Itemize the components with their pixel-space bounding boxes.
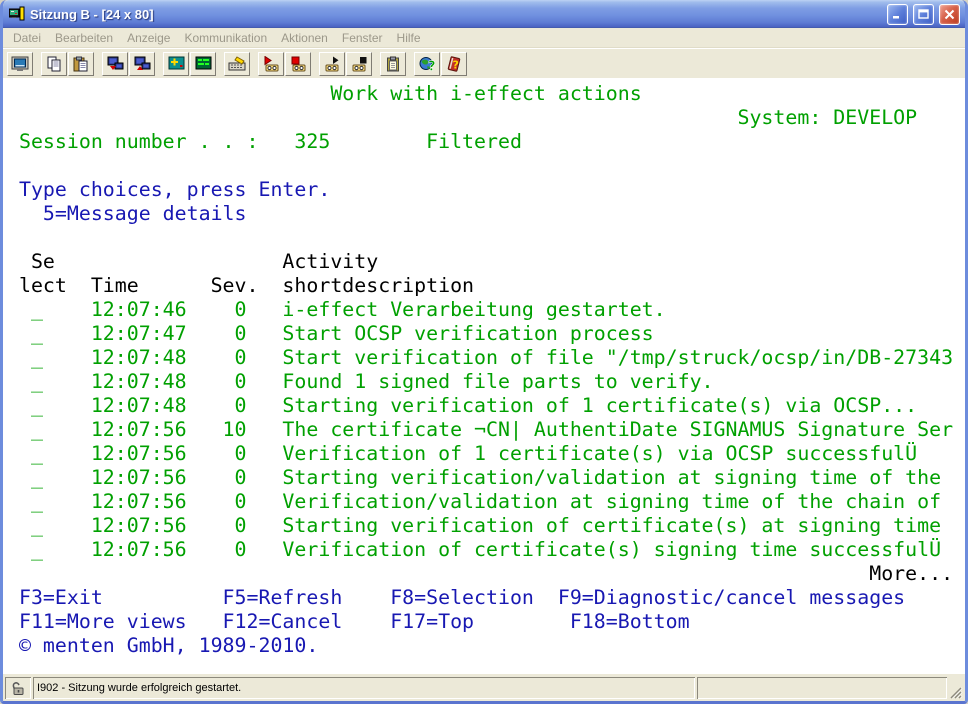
terminal-line [7,226,965,250]
svg-text:?: ? [453,58,459,71]
terminal-line: _ 12:07:56 0 Verification/validation at … [7,490,965,514]
keyboard-remap-button[interactable] [224,52,250,76]
toolbar-group-clipboard [41,52,95,76]
maximize-button[interactable] [913,4,934,25]
terminal-line: _ 12:07:47 0 Start OCSP verification pro… [7,322,965,346]
toolbar-group-clipboard2 [380,52,407,76]
terminal-line: _ 12:07:56 0 Starting verification/valid… [7,466,965,490]
terminal-session-icon[interactable] [9,6,25,22]
send-file-button[interactable] [102,52,128,76]
new-session-icon [168,56,185,71]
receive-file-button[interactable] [129,52,155,76]
menu-item-hilfe[interactable]: Hilfe [390,29,428,47]
terminal-line: F11=More views F12=Cancel F17=Top F18=Bo… [7,610,965,634]
close-button[interactable] [939,4,960,25]
clipboard-icon [385,56,401,72]
paste-icon [73,56,89,72]
application-window: Sitzung B - [24 x 80] Datei Bearbeiten A… [0,0,968,704]
menu-item-anzeige[interactable]: Anzeige [120,29,177,47]
toolbar-group-playback [319,52,373,76]
maximize-icon [918,9,929,20]
toolbar-group-print [7,52,34,76]
terminal-line: System: DEVELOP [7,106,965,130]
statusbar: I902 - Sitzung wurde erfolgreich gestart… [3,674,965,701]
toolbar-group-record [258,52,312,76]
terminal-line: F3=Exit F5=Refresh F8=Selection F9=Diagn… [7,586,965,610]
session-window-icon [195,56,212,71]
toolbar: ? ? [3,48,965,78]
status-right-panel [697,677,947,699]
terminal-line: Se Activity [7,250,965,274]
toolbar-group-transfer [102,52,156,76]
terminal-line: Type choices, press Enter. [7,178,965,202]
terminal-line: _ 12:07:46 0 i-effect Verarbeitung gesta… [7,298,965,322]
paste-button[interactable] [68,52,94,76]
record-macro-play-button[interactable] [258,52,284,76]
terminal-line: _ 12:07:48 0 Found 1 signed file parts t… [7,370,965,394]
connection-status-cell [5,677,31,699]
terminal-screen[interactable]: Work with i-effect actions System: DEVEL… [3,78,965,674]
stop-macro-icon [351,56,368,72]
terminal-line [7,154,965,178]
print-screen-icon [11,56,29,72]
svg-text:?: ? [428,59,436,72]
terminal-line: _ 12:07:48 0 Start verification of file … [7,346,965,370]
terminal-line: _ 12:07:56 10 The certificate ¬CN| Authe… [7,418,965,442]
menubar: Datei Bearbeiten Anzeige Kommunikation A… [3,28,965,48]
receive-file-icon [134,56,151,72]
terminal-line: _ 12:07:56 0 Verification of 1 certifica… [7,442,965,466]
play-macro-icon [324,56,341,72]
menu-item-kommunikation[interactable]: Kommunikation [177,29,274,47]
toolbar-group-keyboard [224,52,251,76]
close-icon [944,9,955,20]
new-session-button[interactable] [163,52,189,76]
send-file-icon [107,56,124,72]
stop-macro-button[interactable] [346,52,372,76]
record-macro-play-icon [263,56,280,72]
minimize-button[interactable] [887,4,908,25]
session-window-button[interactable] [190,52,216,76]
minimize-icon [892,9,903,20]
copy-button[interactable] [41,52,67,76]
keyboard-remap-icon [228,56,246,72]
record-macro-stop-icon [290,56,307,72]
copy-icon [46,56,62,72]
print-screen-button[interactable] [7,52,33,76]
clipboard-button[interactable] [380,52,406,76]
menu-item-datei[interactable]: Datei [6,29,48,47]
titlebar[interactable]: Sitzung B - [24 x 80] [3,0,965,28]
terminal-line: _ 12:07:56 0 Verification of certificate… [7,538,965,562]
terminal-line: _ 12:07:56 0 Starting verification of ce… [7,514,965,538]
terminal-line: _ 12:07:48 0 Starting verification of 1 … [7,394,965,418]
resize-grip-icon [950,686,963,699]
terminal-line: Session number . . : 325 Filtered [7,130,965,154]
help-index-button[interactable]: ? [441,52,467,76]
toolbar-group-session [163,52,217,76]
toolbar-group-help: ? ? [414,52,468,76]
status-message: I902 - Sitzung wurde erfolgreich gestart… [37,682,241,694]
help-globe-icon: ? [419,56,436,72]
unlock-icon [10,680,26,696]
status-message-panel: I902 - Sitzung wurde erfolgreich gestart… [33,677,695,699]
terminal-line: More... [7,562,965,586]
help-index-icon: ? [446,56,462,72]
terminal-line: lect Time Sev. shortdescription [7,274,965,298]
terminal-line: © menten GmbH, 1989-2010. [7,634,965,658]
terminal-line: Work with i-effect actions [7,82,965,106]
menu-item-aktionen[interactable]: Aktionen [274,29,335,47]
record-macro-stop-button[interactable] [285,52,311,76]
menu-item-bearbeiten[interactable]: Bearbeiten [48,29,120,47]
help-globe-button[interactable]: ? [414,52,440,76]
terminal-line: 5=Message details [7,202,965,226]
resize-grip[interactable] [949,677,963,699]
window-title: Sitzung B - [24 x 80] [30,7,882,22]
menu-item-fenster[interactable]: Fenster [335,29,390,47]
play-macro-button[interactable] [319,52,345,76]
